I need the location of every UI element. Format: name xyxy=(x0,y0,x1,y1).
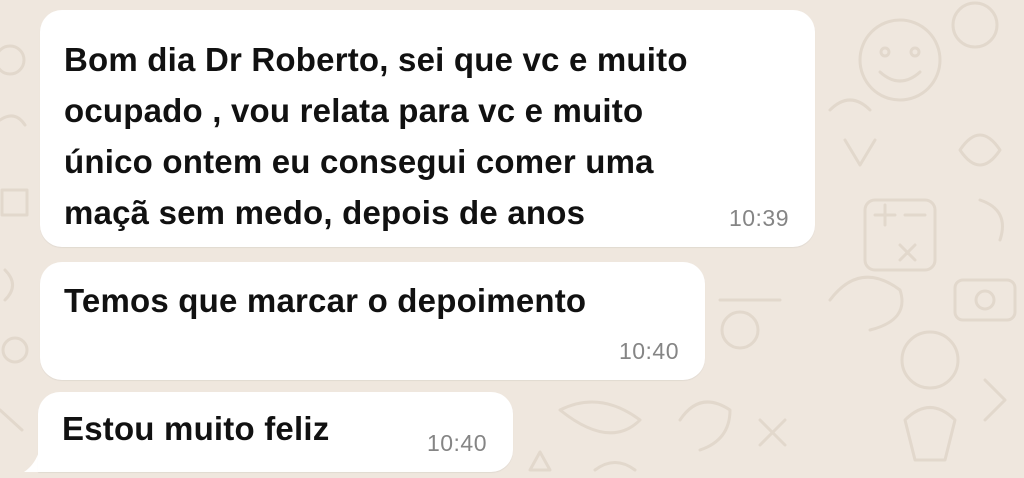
message-timestamp: 10:39 xyxy=(728,205,789,231)
message-timestamp: 10:40 xyxy=(426,430,487,456)
message-text: Bom dia Dr Roberto, sei que vc e muito o… xyxy=(64,41,688,231)
message-timestamp: 10:40 xyxy=(618,338,679,364)
message-bubble[interactable]: Temos que marcar o depoimento 10:40 xyxy=(40,262,705,380)
message-text: Temos que marcar o depoimento xyxy=(64,282,587,319)
message-text: Estou muito feliz xyxy=(62,410,330,447)
message-bubble[interactable]: Bom dia Dr Roberto, sei que vc e muito o… xyxy=(40,10,815,247)
message-bubble[interactable]: Estou muito feliz 10:40 xyxy=(38,392,513,472)
